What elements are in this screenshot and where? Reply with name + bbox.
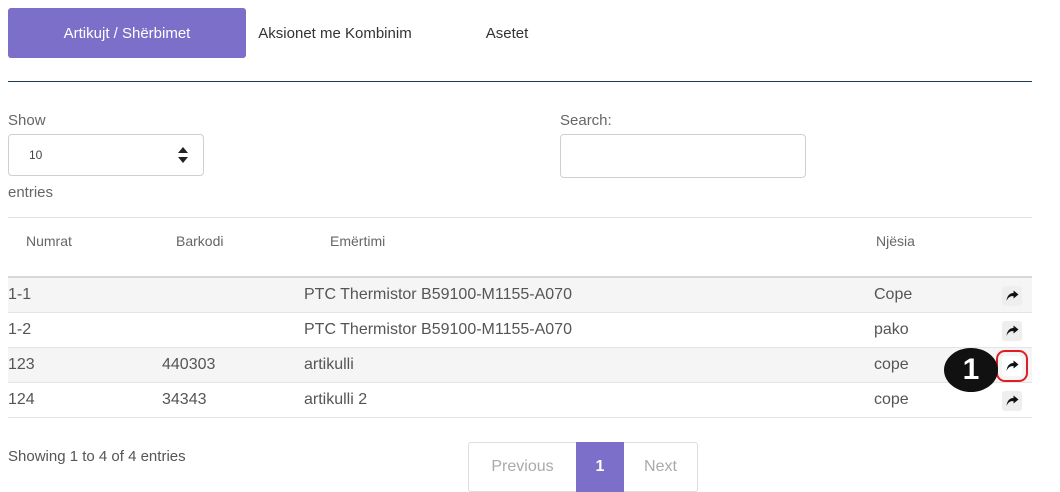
- previous-page-button[interactable]: Previous: [468, 442, 576, 492]
- next-page-button[interactable]: Next: [624, 442, 698, 492]
- sort-updown-icon: [178, 147, 188, 163]
- cell-emertimi: artikulli: [304, 356, 354, 373]
- cell-numrat: 123: [8, 356, 35, 373]
- column-header-barkodi[interactable]: Barkodi: [176, 233, 223, 249]
- cell-barkodi: 440303: [162, 356, 216, 373]
- cell-njesia: Cope: [874, 286, 913, 303]
- tab-divider: [8, 81, 1032, 82]
- table-row: 1-2 PTC Thermistor B59100-M1155-A070 pak…: [8, 313, 1032, 348]
- cell-njesia: pako: [874, 321, 909, 338]
- table-row: 123 440303 artikulli cope: [8, 348, 1032, 383]
- cell-emertimi: PTC Thermistor B59100-M1155-A070: [304, 286, 572, 303]
- cell-numrat: 124: [8, 391, 35, 408]
- tab-asetet[interactable]: Asetet: [462, 8, 552, 58]
- show-label: Show: [8, 112, 46, 129]
- cell-emertimi: PTC Thermistor B59100-M1155-A070: [304, 321, 572, 338]
- cell-barkodi: 34343: [162, 391, 207, 408]
- share-arrow-icon: [1006, 290, 1018, 301]
- entries-label: entries: [8, 184, 54, 201]
- entries-select-value: 10: [29, 148, 43, 162]
- share-arrow-icon: [1006, 325, 1018, 336]
- current-page-button[interactable]: 1: [576, 442, 624, 492]
- annotation-badge: 1: [944, 348, 998, 392]
- row-action-button[interactable]: [1002, 391, 1022, 411]
- search-input[interactable]: [560, 134, 806, 178]
- share-arrow-icon: [1006, 395, 1018, 406]
- tab-artikujt-sherbimet[interactable]: Artikujt / Shërbimet: [8, 8, 246, 58]
- row-action-button[interactable]: [1002, 286, 1022, 306]
- tab-aksionet-me-kombinim[interactable]: Aksionet me Kombinim: [232, 8, 438, 58]
- pagination: Previous 1 Next: [468, 442, 698, 492]
- cell-emertimi: artikulli 2: [304, 391, 368, 408]
- row-action-button-highlighted[interactable]: [996, 350, 1028, 382]
- cell-numrat: 1-1: [8, 286, 32, 303]
- column-header-njesia[interactable]: Njësia: [876, 233, 915, 249]
- column-header-numrat[interactable]: Numrat: [26, 233, 72, 249]
- share-arrow-icon: [1006, 360, 1018, 371]
- cell-njesia: cope: [874, 391, 909, 408]
- cell-njesia: cope: [874, 356, 909, 373]
- controls-divider: [8, 217, 1032, 218]
- entries-select[interactable]: 10: [8, 134, 204, 176]
- table-row: 124 34343 artikulli 2 cope: [8, 383, 1032, 418]
- cell-numrat: 1-2: [8, 321, 32, 338]
- table-info: Showing 1 to 4 of 4 entries: [8, 448, 186, 465]
- table-row: 1-1 PTC Thermistor B59100-M1155-A070 Cop…: [8, 278, 1032, 313]
- search-label: Search:: [560, 112, 612, 129]
- row-action-button[interactable]: [1002, 321, 1022, 341]
- column-header-emertimi[interactable]: Emërtimi: [330, 233, 385, 249]
